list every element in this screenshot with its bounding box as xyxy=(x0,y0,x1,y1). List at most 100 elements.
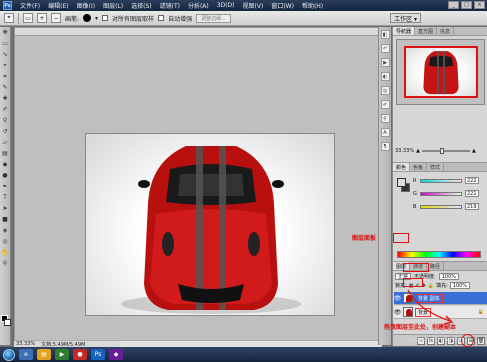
dodge-tool-icon[interactable]: ● xyxy=(1,171,10,180)
tab-histogram[interactable]: 直方图 xyxy=(415,27,438,35)
lasso-tool-icon[interactable]: ∿ xyxy=(1,50,10,59)
tab-color[interactable]: 颜色 xyxy=(393,163,411,171)
workspace-button[interactable]: 工作区 ▾ xyxy=(390,13,421,23)
menu-help[interactable]: 帮助(H) xyxy=(302,1,323,10)
taskbar-media-icon[interactable]: ▶ xyxy=(55,349,69,360)
canvas-area[interactable] xyxy=(14,36,382,341)
menu-filter[interactable]: 滤镜(T) xyxy=(160,1,180,10)
menu-layer[interactable]: 图层(L) xyxy=(103,1,123,10)
tab-styles[interactable]: 样式 xyxy=(427,163,445,171)
panel-actions-icon[interactable]: ▶ xyxy=(380,58,390,67)
navigator-thumbnail[interactable] xyxy=(396,39,485,105)
navigator-view-box[interactable] xyxy=(404,46,478,98)
panel-masks-icon[interactable]: ◎ xyxy=(380,86,390,95)
car-image[interactable] xyxy=(85,133,335,316)
blue-slider[interactable] xyxy=(420,204,462,209)
panel-brushes-icon[interactable]: ✐ xyxy=(380,100,390,109)
quick-select-tool-icon[interactable]: ⌖ xyxy=(1,61,10,70)
sample-all-layers-checkbox[interactable] xyxy=(102,15,109,21)
brush-preview-icon[interactable] xyxy=(83,14,92,22)
menu-select[interactable]: 选择(S) xyxy=(131,1,152,10)
new-selection-icon[interactable]: ▭ xyxy=(23,13,33,23)
red-value-field[interactable]: 222 xyxy=(465,177,479,184)
taskbar-ie-icon[interactable]: e xyxy=(19,349,33,360)
tab-info[interactable]: 信息 xyxy=(437,27,455,35)
history-brush-tool-icon[interactable]: ↺ xyxy=(1,127,10,136)
zoom-in-icon[interactable]: ▲ xyxy=(472,148,476,154)
panel-history-icon[interactable]: ↶ xyxy=(380,44,390,53)
menu-bar: Ps 文件(F) 编辑(E) 图像(I) 图层(L) 选择(S) 滤镜(T) 分… xyxy=(0,0,487,11)
panel-adjustments-icon[interactable]: ◐ xyxy=(380,72,390,81)
blur-tool-icon[interactable]: ◆ xyxy=(1,160,10,169)
foreground-color-chip[interactable] xyxy=(397,178,406,187)
tab-navigator[interactable]: 导航器 xyxy=(393,27,416,35)
taskbar-photoshop-icon[interactable]: Ps xyxy=(91,349,105,360)
auto-enhance-checkbox[interactable] xyxy=(158,15,165,21)
menu-image[interactable]: 图像(I) xyxy=(77,1,95,10)
delete-layer-icon[interactable]: 🗑 xyxy=(477,336,485,345)
zoom-tool-icon[interactable]: ⚲ xyxy=(1,259,10,268)
3d-camera-tool-icon[interactable]: ◎ xyxy=(1,237,10,246)
menu-view[interactable]: 视图(V) xyxy=(243,1,264,10)
menu-window[interactable]: 窗口(W) xyxy=(271,1,294,10)
shape-tool-icon[interactable]: ■ xyxy=(1,215,10,224)
color-spectrum-bar[interactable] xyxy=(397,251,481,258)
menu-edit[interactable]: 编辑(E) xyxy=(48,1,68,10)
marquee-tool-icon[interactable]: ▭ xyxy=(1,39,10,48)
green-slider-row: G 221 xyxy=(413,190,479,197)
add-selection-icon[interactable]: + xyxy=(37,13,47,23)
panel-character-icon[interactable]: A xyxy=(380,128,390,137)
healing-tool-icon[interactable]: ✚ xyxy=(1,94,10,103)
move-tool-icon[interactable]: ✥ xyxy=(1,28,10,37)
blue-slider-row: B 219 xyxy=(413,203,479,210)
menu-analysis[interactable]: 分析(A) xyxy=(188,1,209,10)
panel-paragraph-icon[interactable]: ¶ xyxy=(380,142,390,151)
brush-tool-icon[interactable]: ✐ xyxy=(1,105,10,114)
green-value-field[interactable]: 221 xyxy=(465,190,479,197)
brush-dropdown-icon[interactable]: ▾ xyxy=(95,15,98,22)
taskbar-explorer-icon[interactable]: ▤ xyxy=(37,349,51,360)
horizontal-scrollbar[interactable] xyxy=(120,340,382,347)
taskbar: e ▤ ▶ ● Ps ◆ xyxy=(0,347,487,362)
red-label: R xyxy=(413,177,417,184)
document-tab[interactable] xyxy=(14,27,382,36)
blue-value-field[interactable]: 219 xyxy=(465,203,479,210)
navigator-zoom-slider[interactable] xyxy=(421,148,470,154)
opacity-field[interactable]: 100% xyxy=(438,273,459,280)
subtract-selection-icon[interactable]: − xyxy=(51,13,61,23)
menu-file[interactable]: 文件(F) xyxy=(20,1,40,10)
tab-swatches[interactable]: 色板 xyxy=(410,163,428,171)
eyedropper-tool-icon[interactable]: ✎ xyxy=(1,83,10,92)
window-controls: _ □ × xyxy=(448,1,485,9)
close-button[interactable]: × xyxy=(474,1,485,9)
green-slider[interactable] xyxy=(420,191,462,196)
refine-edge-button[interactable]: 调整边缘... xyxy=(196,13,231,23)
background-color-swatch[interactable] xyxy=(4,319,11,326)
3d-tool-icon[interactable]: ◈ xyxy=(1,226,10,235)
hand-tool-icon[interactable]: ✋ xyxy=(1,248,10,257)
tab-paths[interactable]: 路径 xyxy=(427,262,445,270)
menu-3d[interactable]: 3D(D) xyxy=(217,2,235,9)
green-label: G xyxy=(413,190,417,197)
path-select-tool-icon[interactable]: ➤ xyxy=(1,204,10,213)
taskbar-app2-icon[interactable]: ◆ xyxy=(109,349,123,360)
gradient-tool-icon[interactable]: ▤ xyxy=(1,149,10,158)
maximize-button[interactable]: □ xyxy=(461,1,472,9)
panel-clone-icon[interactable]: ⚲ xyxy=(380,114,390,123)
crop-tool-icon[interactable]: ⌗ xyxy=(1,72,10,81)
layer-lock-icon: 🔒 xyxy=(477,309,484,315)
navigator-zoom-knob[interactable] xyxy=(439,148,444,154)
minimize-button[interactable]: _ xyxy=(448,1,459,9)
taskbar-app-icon[interactable]: ● xyxy=(73,349,87,360)
auto-enhance-label: 自动增强 xyxy=(168,15,193,23)
quick-selection-tool-icon[interactable]: ⌖ xyxy=(4,13,14,23)
navigator-zoom-value[interactable]: 33.33% xyxy=(395,148,414,154)
type-tool-icon[interactable]: T xyxy=(1,193,10,202)
zoom-out-icon[interactable]: ▲ xyxy=(416,148,420,154)
red-slider[interactable] xyxy=(420,178,462,183)
stamp-tool-icon[interactable]: ⚲ xyxy=(1,116,10,125)
eraser-tool-icon[interactable]: ▱ xyxy=(1,138,10,147)
pen-tool-icon[interactable]: ✒ xyxy=(1,182,10,191)
panel-navigator-icon[interactable]: ◧ xyxy=(380,30,390,39)
start-button-icon[interactable] xyxy=(3,348,15,361)
